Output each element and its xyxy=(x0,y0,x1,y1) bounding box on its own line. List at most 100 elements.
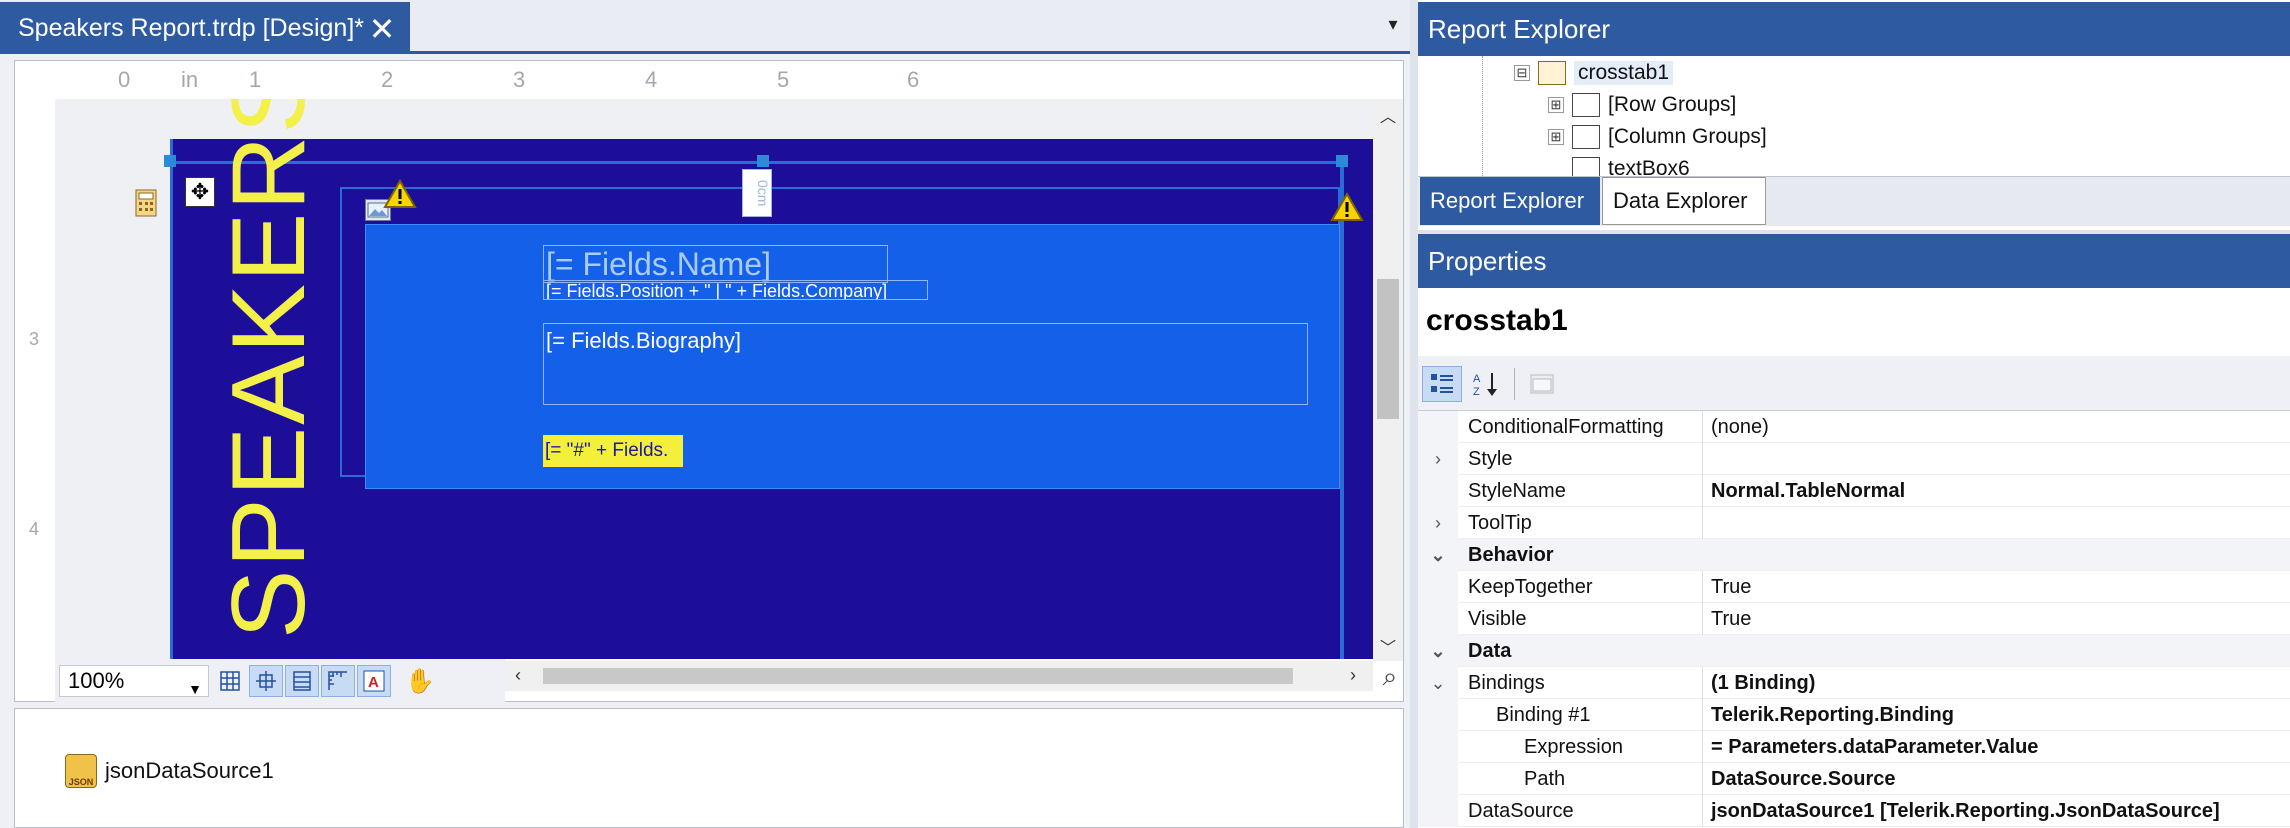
snap-to-grid-button[interactable] xyxy=(249,665,283,697)
horizontal-scrollbar[interactable]: ‹ › xyxy=(505,661,1373,691)
property-value[interactable]: (1 Binding) xyxy=(1702,667,2290,699)
text-format-button[interactable]: A xyxy=(357,665,391,697)
speakers-vertical-title[interactable]: SPEAKERS xyxy=(210,99,327,639)
tab-speakers-report[interactable]: Speakers Report.trdp [Design]* ✕ xyxy=(0,2,410,54)
ruler-unit: in xyxy=(181,67,199,92)
property-value[interactable]: True xyxy=(1702,571,2290,603)
expander-icon[interactable]: ⌄ xyxy=(1418,667,1458,699)
property-row[interactable]: StyleName Normal.TableNormal xyxy=(1418,475,2290,507)
tree-node-column-groups[interactable]: ⊞ [Column Groups] xyxy=(1548,122,1767,152)
expander-icon[interactable]: ⌄ xyxy=(1418,635,1458,667)
component-tray: JSON jsonDataSource1 xyxy=(14,708,1404,828)
tab-report-explorer[interactable]: Report Explorer xyxy=(1420,177,1600,225)
ruler-tick: 1 xyxy=(249,67,262,92)
horizontal-scroll-thumb[interactable] xyxy=(543,668,1293,684)
svg-text:A: A xyxy=(368,674,379,691)
property-row[interactable]: ⌄ Behavior xyxy=(1418,539,2290,571)
property-value[interactable]: True xyxy=(1702,603,2290,635)
ruler-tick: 4 xyxy=(645,67,658,92)
expand-icon[interactable]: ⊞ xyxy=(1548,129,1564,145)
property-value[interactable]: DataSource.Source xyxy=(1702,763,2290,795)
row-groups-icon xyxy=(1572,93,1600,117)
chevron-down-icon[interactable]: ▼ xyxy=(188,674,202,704)
magnifier-icon[interactable]: ⌕ xyxy=(1373,661,1407,695)
property-row[interactable]: KeepTogether True xyxy=(1418,571,2290,603)
vertical-scrollbar[interactable]: ︿ ﹀ xyxy=(1373,99,1403,661)
textbox-field-number[interactable]: [= "#" + Fields. xyxy=(543,435,683,467)
vertical-label-box[interactable]: 0cm xyxy=(742,169,772,217)
property-row[interactable]: DataSource jsonDataSource1 [Telerik.Repor… xyxy=(1418,795,2290,827)
tree-node-crosstab1[interactable]: ⊟ crosstab1 xyxy=(1514,58,1674,88)
property-value[interactable]: jsonDataSource1 [Telerik.Reporting.JsonD… xyxy=(1702,795,2290,827)
property-row[interactable]: Expression = Parameters.dataParameter.Val… xyxy=(1418,731,2290,763)
warning-icon[interactable] xyxy=(1330,191,1364,222)
property-value[interactable]: Telerik.Reporting.Binding xyxy=(1702,699,2290,731)
expand-icon[interactable]: ⊞ xyxy=(1548,97,1564,113)
tab-data-explorer[interactable]: Data Explorer xyxy=(1602,177,1766,225)
expander-icon[interactable]: ⌄ xyxy=(1418,539,1458,571)
tree-guide xyxy=(1482,56,1483,176)
scroll-down-icon[interactable]: ﹀ xyxy=(1380,634,1396,658)
expander-icon[interactable]: › xyxy=(1418,507,1458,539)
report-designer-surface[interactable]: 0 in 1 2 3 4 5 6 3 4 SPEAKERS [= Fields.… xyxy=(14,60,1407,703)
designer-toolbar: 100% ▼ A ✋ xyxy=(55,659,505,703)
textbox-field-name[interactable]: [= Fields.Name] xyxy=(543,245,888,283)
property-row[interactable]: ⌄ Bindings (1 Binding) xyxy=(1418,667,2290,699)
snap-to-lines-button[interactable] xyxy=(285,665,319,697)
calculator-icon[interactable] xyxy=(135,189,157,217)
close-icon[interactable]: ✕ xyxy=(365,12,399,46)
property-row[interactable]: Binding #1 Telerik.Reporting.Binding xyxy=(1418,699,2290,731)
expander-icon xyxy=(1418,763,1458,795)
grid-toggle-button[interactable] xyxy=(213,665,247,697)
property-value[interactable]: = Parameters.dataParameter.Value xyxy=(1702,731,2290,763)
property-row[interactable]: ConditionalFormatting (none) xyxy=(1418,411,2290,443)
expander-icon[interactable]: › xyxy=(1418,443,1458,475)
textbox-field-biography[interactable]: [= Fields.Biography] xyxy=(543,323,1308,405)
property-name: KeepTogether xyxy=(1468,576,1593,598)
property-pages-button[interactable] xyxy=(1522,366,1562,402)
tray-item-jsondatasource[interactable]: JSON jsonDataSource1 xyxy=(65,754,274,788)
zoom-value: 100% xyxy=(68,668,125,693)
property-value[interactable] xyxy=(1702,507,2290,539)
zoom-select[interactable]: 100% ▼ xyxy=(59,665,209,697)
vertical-scroll-thumb[interactable] xyxy=(1377,279,1399,419)
hand-tool-icon[interactable]: ✋ xyxy=(403,665,437,697)
properties-pane: Properties crosstab1 AZ ConditionalForma… xyxy=(1418,234,2290,828)
warning-icon[interactable] xyxy=(383,178,417,209)
collapse-icon[interactable]: ⊟ xyxy=(1514,65,1530,81)
tree-node-row-groups[interactable]: ⊞ [Row Groups] xyxy=(1548,90,1736,120)
svg-text:A: A xyxy=(1473,373,1481,385)
document-tabstrip: Speakers Report.trdp [Design]* ✕ ▾ xyxy=(0,0,1410,54)
property-row[interactable]: › Style xyxy=(1418,443,2290,475)
ruler-tick: 4 xyxy=(29,519,40,539)
categorized-view-button[interactable] xyxy=(1422,366,1462,402)
property-row[interactable]: Visible True xyxy=(1418,603,2290,635)
ruler-tick: 5 xyxy=(777,67,790,92)
property-row[interactable]: › ToolTip xyxy=(1418,507,2290,539)
svg-text:Z: Z xyxy=(1473,386,1480,398)
design-canvas[interactable]: SPEAKERS [= Fields.Name] [= Fields.Posit… xyxy=(55,99,1373,659)
property-value[interactable] xyxy=(1702,443,2290,475)
ruler-toggle-button[interactable] xyxy=(321,665,355,697)
resize-handle[interactable] xyxy=(164,155,176,167)
ruler-tick: 0 xyxy=(118,67,131,92)
property-row[interactable]: Path DataSource.Source xyxy=(1418,763,2290,795)
report-detail-section[interactable]: SPEAKERS [= Fields.Name] [= Fields.Posit… xyxy=(164,99,1373,659)
move-handle-icon[interactable]: ✥ xyxy=(185,177,215,207)
json-datasource-icon: JSON xyxy=(65,754,97,788)
property-value[interactable]: (none) xyxy=(1702,411,2290,443)
chevron-down-icon[interactable]: ▾ xyxy=(1382,14,1404,36)
document-pane: Speakers Report.trdp [Design]* ✕ ▾ 0 in … xyxy=(0,0,1410,828)
crosstab1-panel[interactable]: [= Fields.Name] [= Fields.Position + " |… xyxy=(365,224,1340,489)
resize-handle[interactable] xyxy=(757,155,769,167)
scroll-left-icon[interactable]: ‹ xyxy=(515,665,521,686)
scroll-right-icon[interactable]: › xyxy=(1350,665,1356,686)
tree-node-textbox6[interactable]: textBox6 xyxy=(1572,154,1690,176)
textbox-field-position[interactable]: [= Fields.Position + " | " + Fields.Comp… xyxy=(543,280,928,300)
alphabetical-sort-button[interactable]: AZ xyxy=(1466,366,1506,402)
property-row[interactable]: ⌄ Data xyxy=(1418,635,2290,667)
expander-icon xyxy=(1418,795,1458,827)
property-value[interactable]: Normal.TableNormal xyxy=(1702,475,2290,507)
scroll-up-icon[interactable]: ︿ xyxy=(1380,103,1396,127)
resize-handle[interactable] xyxy=(1336,155,1348,167)
